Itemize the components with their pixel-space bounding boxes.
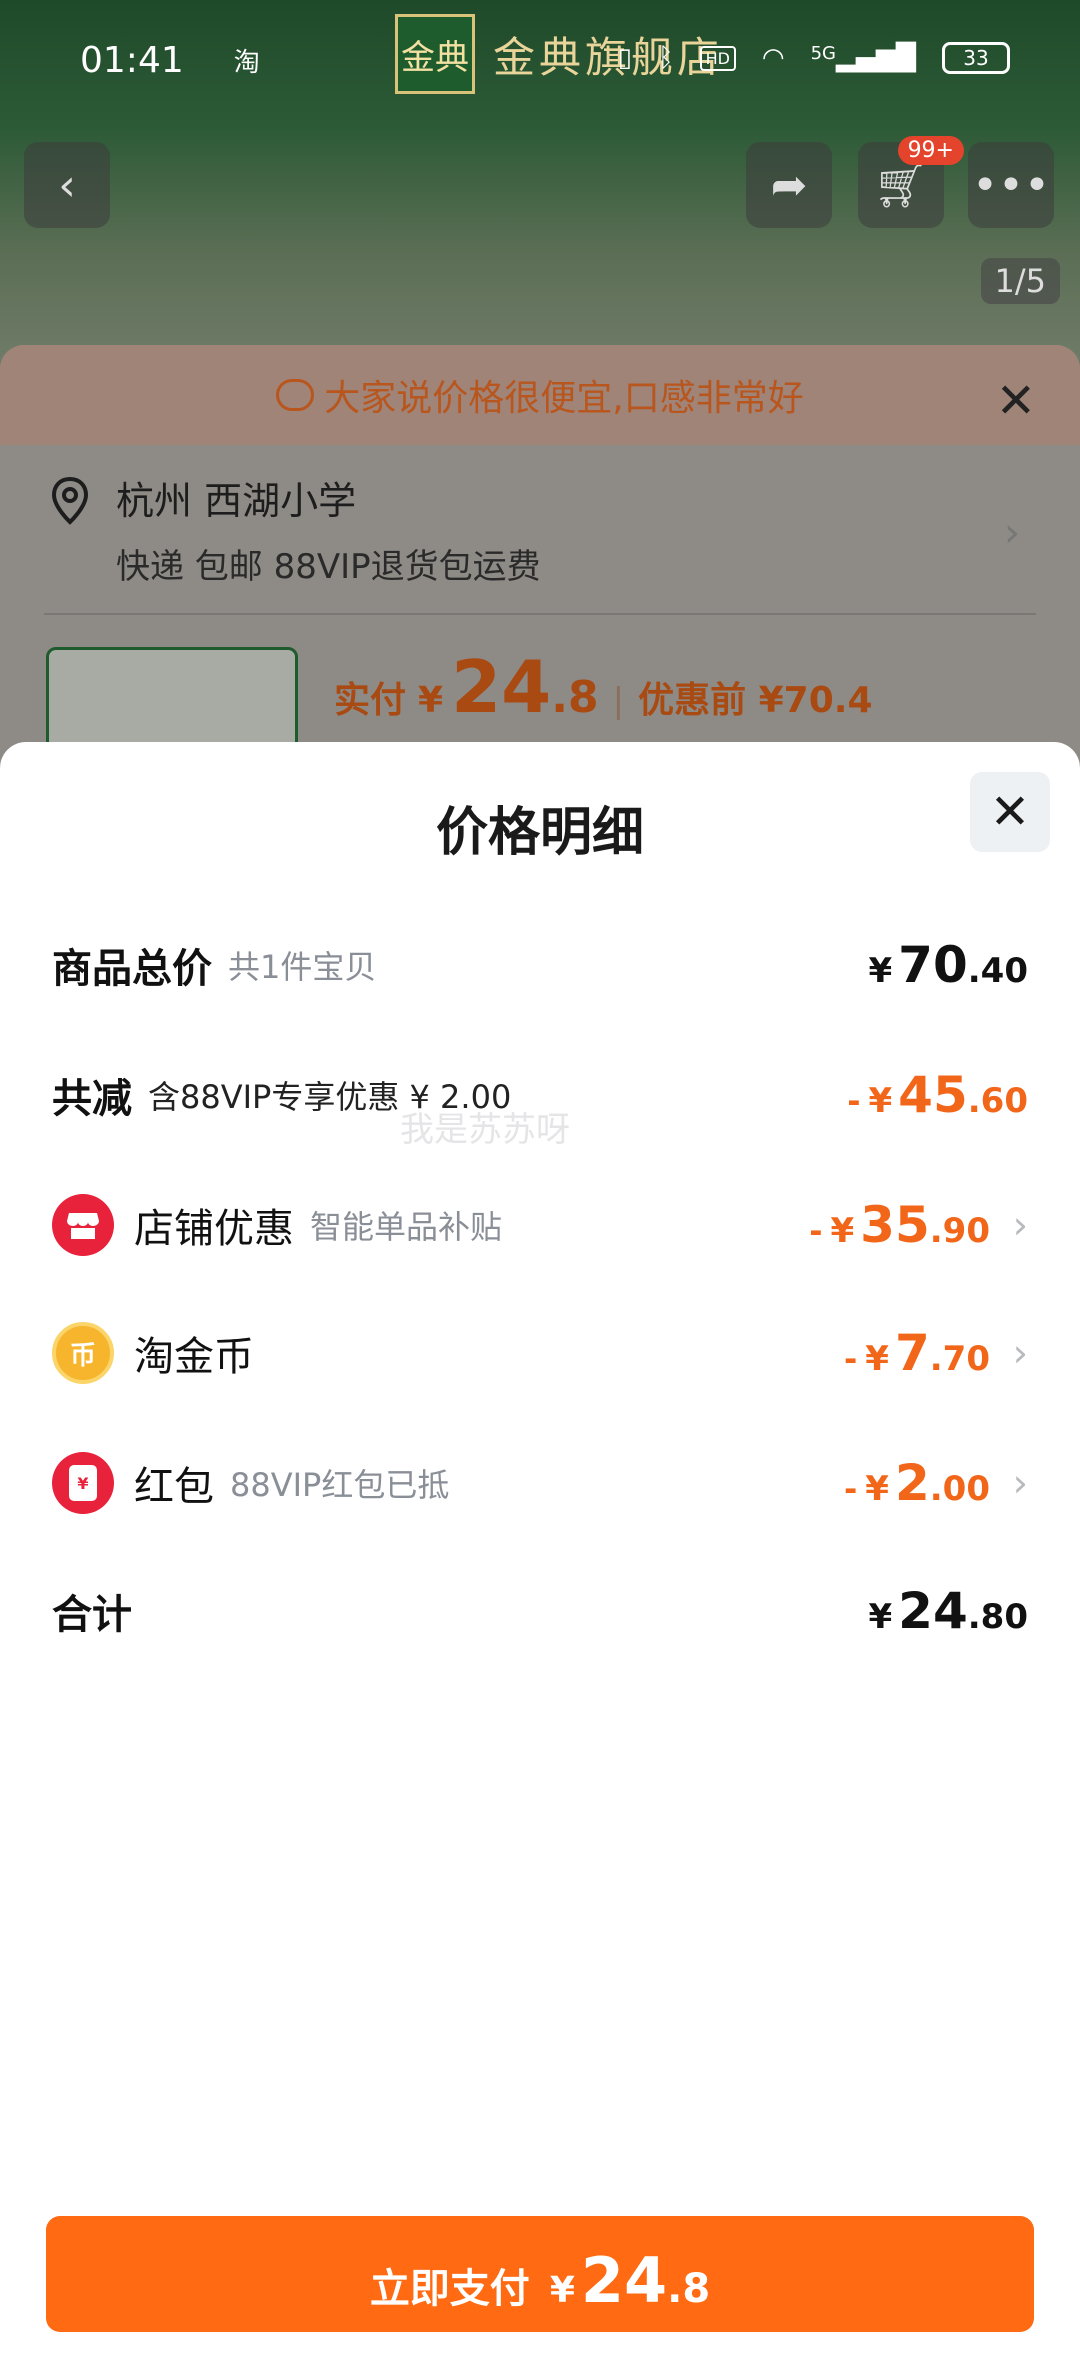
pay-now-button[interactable]: 立即支付 ¥ 24 .8 (46, 2216, 1034, 2332)
row-label: 红包 (134, 1464, 214, 1510)
close-icon: ✕ (995, 373, 1036, 429)
hongbao-glyph: ¥ (69, 1465, 97, 1501)
signal-icon: 5G▂▄▆█ (810, 43, 916, 73)
hd-icon: HD (699, 45, 736, 71)
amount-minus: - (844, 1340, 858, 1378)
pay-label: 立即支付 (369, 2266, 530, 2312)
row-amount: - ¥ 7 .70 (844, 1324, 990, 1382)
amount-yen: ¥ (865, 1339, 889, 1379)
back-icon: ‹ (58, 159, 76, 211)
amount-dec: .80 (967, 1597, 1028, 1637)
amount-dec: .60 (967, 1081, 1028, 1121)
back-button[interactable]: ‹ (24, 142, 110, 228)
row-amount: - ¥ 45 .60 (847, 1066, 1028, 1124)
price-yen: ¥ (418, 680, 444, 721)
amount-int: 7 (894, 1324, 930, 1382)
total-goods-row: 商品总价 共1件宝贝 ¥ 70 .40 (52, 920, 1028, 1010)
coin-icon: 币 (52, 1322, 114, 1384)
amount-yen: ¥ (868, 951, 893, 991)
cart-badge: 99+ (897, 136, 964, 165)
amount-yen: ¥ (868, 1597, 893, 1637)
image-counter: 1/5 (980, 258, 1060, 304)
review-banner-text: 大家说价格很便宜,口感非常好 (324, 378, 804, 419)
sheet-close-button[interactable]: ✕ (970, 772, 1050, 852)
watermark: 我是苏苏呀 (400, 1110, 570, 1150)
network-type: 5G (810, 43, 837, 64)
status-time: 01:41 (80, 39, 184, 81)
taojinbi-row[interactable]: 币 淘金币 - ¥ 7 .70 › (52, 1308, 1028, 1398)
original-price: 优惠前 ¥70.4 (638, 680, 873, 721)
status-icons: ▯ ᛒ HD ◠ 5G▂▄▆█ 33 (618, 42, 1010, 74)
brand-logo: 金典 (395, 14, 475, 94)
store-icon (52, 1194, 114, 1256)
sku-close-button[interactable]: ✕ (996, 373, 1036, 429)
location-pin-icon (51, 476, 89, 525)
row-label: 商品总价 (52, 946, 212, 992)
amount-yen: ¥ (868, 1081, 893, 1121)
row-sub: 智能单品补贴 (310, 1208, 503, 1246)
row-label: 淘金币 (134, 1334, 254, 1380)
battery-icon: 33 (942, 42, 1010, 74)
price-dec: .8 (551, 672, 599, 723)
share-icon: ➦ (770, 159, 808, 211)
row-label: 合计 (52, 1592, 132, 1638)
amount-dec: .00 (929, 1469, 990, 1509)
sheet-title: 价格明细 (435, 803, 644, 863)
divider (44, 613, 1036, 615)
price-separator: | (612, 681, 625, 721)
amount-minus: - (809, 1212, 823, 1250)
sku-sheet-background: 大家说价格很便宜,口感非常好 ✕ 杭州 西湖小学 快递 包邮 88VIP退货包运… (0, 345, 1080, 787)
wifi-icon: ◠ (761, 43, 785, 73)
pay-yen: ¥ (549, 2270, 575, 2311)
amount-int: 24 (898, 1582, 968, 1640)
row-amount: ¥ 24 .80 (869, 1582, 1029, 1640)
more-icon: ••• (972, 159, 1050, 211)
amount-dec: .40 (967, 951, 1028, 991)
amount-dec: .90 (929, 1211, 990, 1251)
chevron-right-icon: › (1012, 1203, 1028, 1247)
chat-icon (276, 379, 315, 411)
chevron-right-icon: › (1012, 1331, 1028, 1375)
bluetooth-icon: ᛒ (657, 43, 674, 73)
share-button[interactable]: ➦ (746, 142, 832, 228)
chevron-right-icon: › (1012, 1461, 1028, 1505)
pay-dec: .8 (667, 2266, 711, 2312)
price-label: 实付 (334, 680, 407, 721)
amount-yen: ¥ (830, 1211, 855, 1251)
amount-minus: - (844, 1470, 858, 1508)
review-banner: 大家说价格很便宜,口感非常好 (0, 345, 1080, 445)
address-text: 杭州 西湖小学 (116, 479, 357, 523)
chevron-right-icon: › (1004, 510, 1020, 556)
close-icon: ✕ (989, 784, 1031, 840)
amount-int: 35 (860, 1196, 930, 1254)
more-button[interactable]: ••• (968, 142, 1054, 228)
row-sub: 88VIP红包已抵 (230, 1466, 450, 1504)
amount-dec: .70 (929, 1339, 990, 1379)
price-int: 24 (451, 645, 552, 729)
amount-int: 70 (898, 936, 968, 994)
cart-button[interactable]: 🛒︎ 99+ (858, 136, 964, 228)
price-detail-sheet: 价格明细 ✕ 商品总价 共1件宝贝 ¥ 70 .40 共减 含88VIP专享优惠… (0, 742, 1080, 2376)
delivery-text: 快递 包邮 88VIP退货包运费 (116, 547, 541, 587)
amount-minus: - (847, 1082, 861, 1120)
sku-price: 实付 ¥ 24 .8 | 优惠前 ¥70.4 (334, 645, 873, 729)
cart-icon: 🛒︎ (873, 160, 929, 211)
row-amount: - ¥ 35 .90 (809, 1196, 990, 1254)
address-row[interactable]: 杭州 西湖小学 快递 包邮 88VIP退货包运费 › (50, 470, 1030, 588)
row-label: 共减 (52, 1076, 132, 1122)
hongbao-icon: ¥ (52, 1452, 114, 1514)
amount-int: 2 (894, 1454, 930, 1512)
grand-total-row: 合计 ¥ 24 .80 (52, 1566, 1028, 1656)
row-sub: 共1件宝贝 (228, 948, 377, 986)
row-amount: ¥ 70 .40 (869, 936, 1029, 994)
row-label: 店铺优惠 (134, 1206, 294, 1252)
amount-yen: ¥ (865, 1469, 889, 1509)
hongbao-row[interactable]: ¥ 红包 88VIP红包已抵 - ¥ 2 .00 › (52, 1438, 1028, 1528)
row-amount: - ¥ 2 .00 (844, 1454, 990, 1512)
pay-int: 24 (580, 2244, 668, 2317)
store-discount-row[interactable]: 店铺优惠 智能单品补贴 - ¥ 35 .90 › (52, 1180, 1028, 1270)
amount-int: 45 (898, 1066, 968, 1124)
taobao-notification-icon: 淘 (233, 47, 260, 78)
vibrate-icon: ▯ (617, 43, 632, 73)
